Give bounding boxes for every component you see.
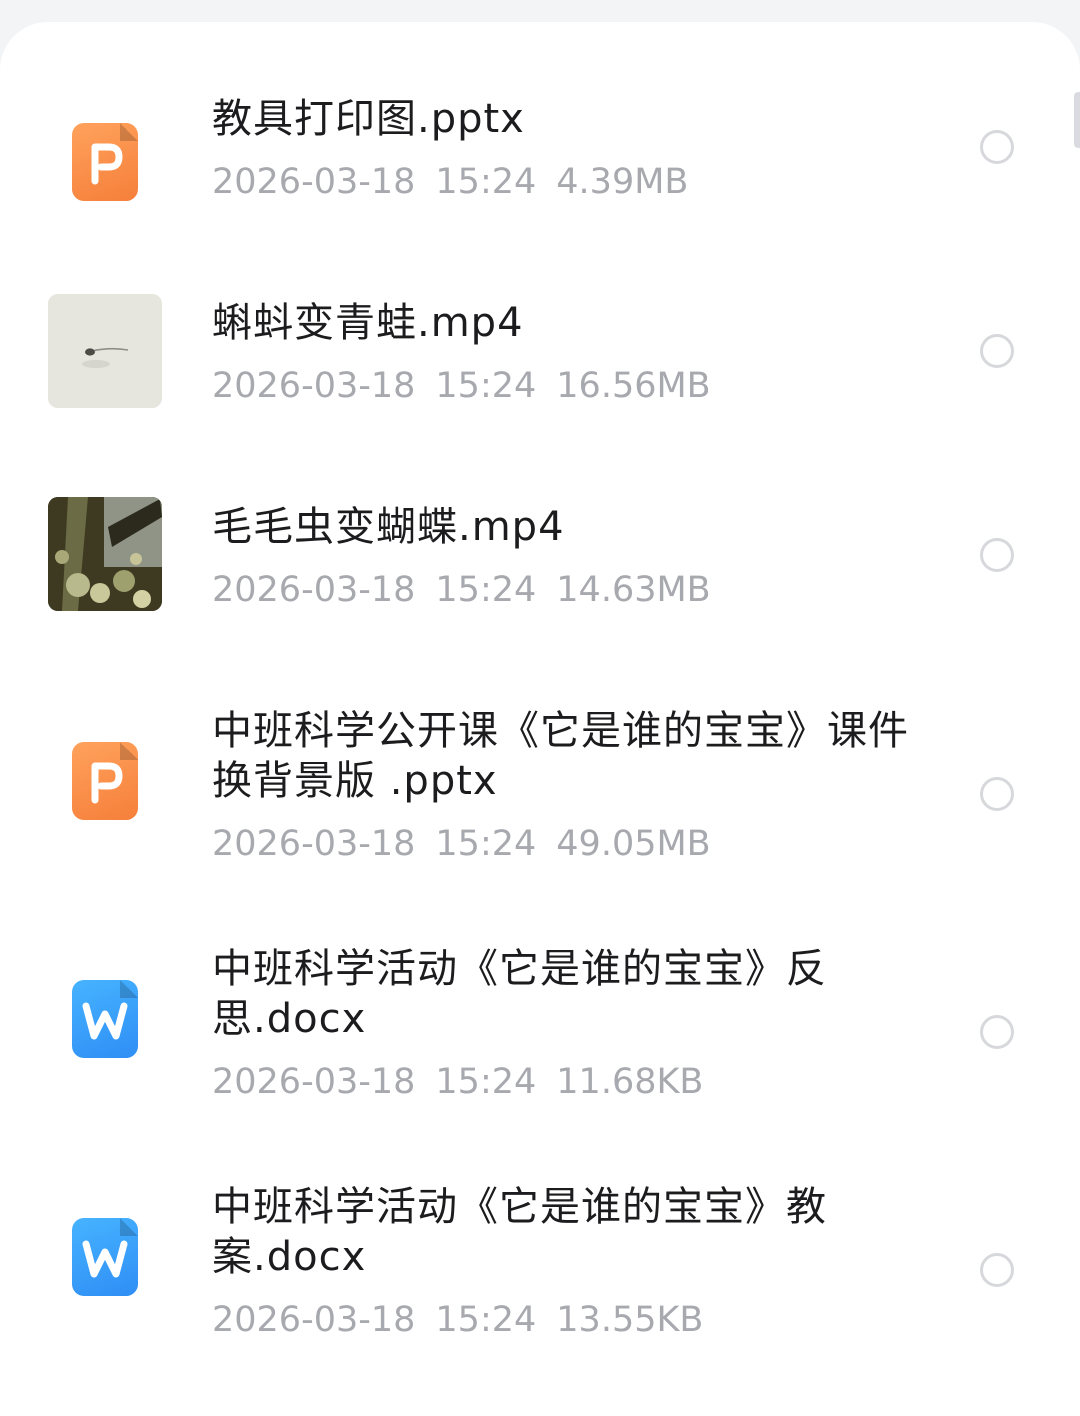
list-item[interactable]: 教具打印图.pptx 2026-03-18 15:24 4.39MB (0, 22, 1080, 226)
file-name: 教具打印图.pptx (212, 96, 525, 142)
file-date: 2026-03-18 (212, 570, 416, 610)
file-time: 15:24 (435, 1300, 537, 1340)
file-meta: 2026-03-18 15:24 4.39MB (212, 160, 708, 204)
file-size: 14.63MB (556, 570, 711, 610)
file-name: 中班科学活动《它是谁的宝宝》教案.docx (212, 1184, 827, 1280)
select-radio[interactable] (980, 130, 1014, 164)
file-time: 15:24 (435, 824, 537, 864)
select-radio[interactable] (980, 1253, 1014, 1287)
file-meta: 2026-03-18 15:24 13.55KB (212, 1298, 723, 1342)
select-radio[interactable] (980, 777, 1014, 811)
file-date: 2026-03-18 (212, 1300, 416, 1340)
file-time: 15:24 (435, 162, 537, 202)
file-size: 4.39MB (556, 162, 689, 202)
select-radio[interactable] (980, 334, 1014, 368)
file-list-sheet: 教具打印图.pptx 2026-03-18 15:24 4.39MB 蝌蚪变青蛙.m… (0, 22, 1080, 1416)
video-thumbnail-caterpillar (48, 497, 162, 611)
file-name: 蝌蚪变青蛙.mp4 (212, 300, 524, 346)
file-meta: 2026-03-18 15:24 14.63MB (212, 568, 731, 612)
file-name: 中班科学活动《它是谁的宝宝》反思.docx (212, 946, 827, 1042)
file-meta: 2026-03-18 15:24 11.68KB (212, 1060, 723, 1104)
file-meta: 2026-03-18 15:24 49.05MB (212, 822, 731, 866)
list-item[interactable]: 中班科学活动《它是谁的宝宝》教案.docx 2026-03-18 15:24 13.… (0, 1110, 1080, 1370)
file-size: 13.55KB (556, 1300, 704, 1340)
file-size: 11.68KB (556, 1062, 704, 1102)
ppt-icon (48, 729, 162, 843)
file-date: 2026-03-18 (212, 824, 416, 864)
file-name: 毛毛虫变蝴蝶.mp4 (212, 504, 565, 550)
file-time: 15:24 (435, 366, 537, 406)
word-icon (48, 1205, 162, 1319)
word-icon (48, 967, 162, 1081)
list-item[interactable]: 毛毛虫变蝴蝶.mp4 2026-03-18 15:24 14.63MB (0, 430, 1080, 634)
file-time: 15:24 (435, 1062, 537, 1102)
select-radio[interactable] (980, 538, 1014, 572)
list-item[interactable]: 中班科学公开课《它是谁的宝宝》课件换背景版 .pptx 2026-03-18 15… (0, 634, 1080, 872)
select-radio[interactable] (980, 1015, 1014, 1049)
video-thumbnail-tadpole (48, 294, 162, 408)
file-date: 2026-03-18 (212, 1062, 416, 1102)
file-size: 16.56MB (556, 366, 711, 406)
ppt-icon (48, 110, 162, 224)
file-date: 2026-03-18 (212, 366, 416, 406)
list-item[interactable]: 蝌蚪变青蛙.mp4 2026-03-18 15:24 16.56MB (0, 226, 1080, 430)
file-time: 15:24 (435, 570, 537, 610)
file-name: 中班科学公开课《它是谁的宝宝》课件换背景版 .pptx (212, 708, 909, 804)
file-size: 49.05MB (556, 824, 711, 864)
file-meta: 2026-03-18 15:24 16.56MB (212, 364, 731, 408)
file-date: 2026-03-18 (212, 162, 416, 202)
list-item[interactable]: 中班科学活动《它是谁的宝宝》反思.docx 2026-03-18 15:24 11.… (0, 872, 1080, 1110)
